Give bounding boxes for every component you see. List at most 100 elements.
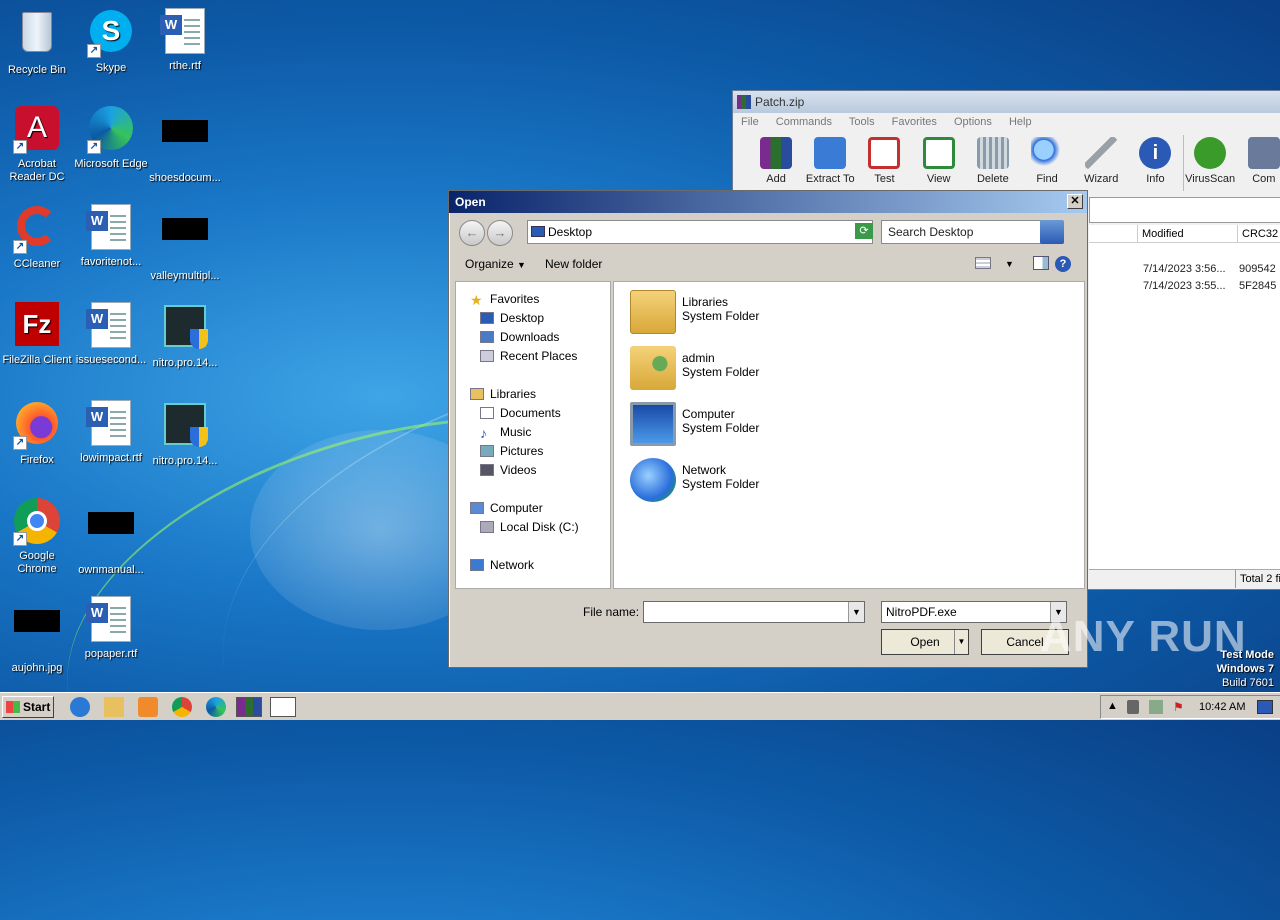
nav-pictures[interactable]: Pictures [480, 442, 543, 460]
tool-extract-button[interactable]: Extract To [803, 135, 857, 191]
chevron-down-icon[interactable]: ▼ [954, 630, 968, 654]
column-modified[interactable]: Modified [1137, 225, 1237, 243]
desktop-icon-issuesecond[interactable]: W issuesecond... [74, 302, 148, 367]
desktop-icon-filezilla[interactable]: Fz FileZilla Client [0, 302, 74, 367]
organize-button[interactable]: Organize ▼ [465, 251, 526, 278]
tool-add-button[interactable]: Add [749, 135, 803, 191]
open-dialog[interactable]: Open ✕ ← → Desktop ▼ ⟳ Search Desktop Or… [448, 190, 1088, 668]
magnifier-icon [1031, 137, 1064, 169]
firefox-icon: ↗ [13, 402, 61, 450]
preview-pane-icon[interactable] [1033, 256, 1049, 270]
back-arrow-icon[interactable]: ← [459, 220, 485, 246]
view-options-icon[interactable] [975, 257, 991, 269]
table-row[interactable]: 7/14/2023 3:55... 5F2845 [1143, 280, 1276, 292]
desktop-icon-favoritenot[interactable]: W favoritenot... [74, 204, 148, 269]
search-input[interactable]: Search Desktop [881, 220, 1064, 244]
tool-test-button[interactable]: Test [857, 135, 911, 191]
refresh-icon[interactable]: ⟳ [855, 223, 873, 239]
media-player-icon[interactable] [138, 697, 158, 717]
winrar-path-bar[interactable] [1089, 197, 1280, 223]
file-name-input[interactable]: ▼ [643, 601, 865, 623]
dialog-address-row: ← → Desktop ▼ ⟳ Search Desktop [455, 217, 1081, 247]
tool-comment-button[interactable]: Com [1237, 135, 1280, 191]
word-document-icon: W [86, 596, 135, 644]
desktop-icon-aujohn[interactable]: aujohn.jpg [0, 596, 74, 675]
desktop-icon-shoesdocum[interactable]: shoesdocum... [148, 106, 222, 185]
desktop-icon-valleymultipl[interactable]: valleymultipl... [148, 204, 222, 283]
column-crc32[interactable]: CRC32 [1237, 225, 1280, 243]
desktop-icon-ownmanual[interactable]: ownmanual... [74, 498, 148, 577]
flag-icon[interactable]: ⚑ [1173, 700, 1184, 714]
nav-network[interactable]: Network [470, 556, 534, 574]
nav-favorites[interactable]: ★ Favorites [470, 290, 539, 308]
nav-libraries[interactable]: Libraries [470, 385, 536, 403]
nav-computer[interactable]: Computer [470, 499, 543, 517]
start-button[interactable]: Start [2, 696, 54, 718]
nav-local-disk[interactable]: Local Disk (C:) [480, 518, 579, 536]
nav-downloads[interactable]: Downloads [480, 328, 559, 346]
word-document-icon: W [86, 204, 135, 252]
desktop-icon-nitro-1[interactable]: nitro.pro.14... [148, 302, 222, 370]
tool-view-button[interactable]: View [912, 135, 966, 191]
clock[interactable]: 10:42 AM [1199, 701, 1245, 713]
menu-favorites[interactable]: Favorites [892, 116, 937, 128]
speaker-icon[interactable] [1127, 700, 1139, 714]
forward-arrow-icon[interactable]: → [487, 220, 513, 246]
search-icon[interactable] [1040, 220, 1064, 244]
desktop-icon-acrobat[interactable]: A ↗ Acrobat Reader DC [0, 106, 74, 184]
star-icon: ★ [470, 292, 483, 308]
word-document-icon: W [86, 400, 135, 448]
menu-commands[interactable]: Commands [776, 116, 832, 128]
desktop-icon-lowimpact[interactable]: W lowimpact.rtf [74, 400, 148, 465]
explorer-icon[interactable] [104, 697, 124, 717]
desktop-icon-skype[interactable]: S ↗ Skype [74, 8, 148, 75]
address-bar[interactable]: Desktop ▼ [527, 220, 873, 244]
chevron-up-icon[interactable]: ▲ [1107, 700, 1118, 712]
desktop-icon-firefox[interactable]: ↗ Firefox [0, 400, 74, 467]
desktop-icon-popaper[interactable]: W popaper.rtf [74, 596, 148, 661]
winrar-titlebar[interactable]: Patch.zip [733, 91, 1280, 113]
new-folder-button[interactable]: New folder [545, 251, 602, 277]
desktop-icon-recycle-bin[interactable]: Recycle Bin [0, 8, 74, 77]
system-tray: ▲ ⚑ 10:42 AM [1100, 695, 1280, 719]
desktop-icon-nitro-2[interactable]: nitro.pro.14... [148, 400, 222, 468]
nav-music[interactable]: ♪ Music [480, 423, 531, 441]
network-tray-icon[interactable] [1149, 700, 1163, 714]
chevron-down-icon[interactable]: ▼ [1005, 251, 1014, 277]
menu-options[interactable]: Options [954, 116, 992, 128]
nav-desktop[interactable]: Desktop [480, 309, 544, 327]
chevron-down-icon[interactable]: ▼ [848, 602, 864, 622]
nav-recent[interactable]: Recent Places [480, 347, 577, 365]
tool-delete-button[interactable]: Delete [966, 135, 1020, 191]
menu-tools[interactable]: Tools [849, 116, 875, 128]
file-view[interactable]: Libraries System Folder admin System Fol… [613, 281, 1085, 589]
tool-wizard-button[interactable]: Wizard [1074, 135, 1128, 191]
open-button[interactable]: Open ▼ [881, 629, 969, 655]
tool-info-button[interactable]: i Info [1128, 135, 1182, 191]
desktop-icon-chrome[interactable]: ↗ Google Chrome [0, 498, 74, 576]
app-task-icon[interactable] [270, 697, 296, 717]
chrome-icon[interactable] [172, 697, 192, 717]
show-desktop-icon[interactable] [1257, 700, 1273, 714]
menu-help[interactable]: Help [1009, 116, 1032, 128]
winrar-task-icon[interactable] [236, 697, 262, 717]
libraries-folder-icon [630, 290, 676, 334]
nav-documents[interactable]: Documents [480, 404, 561, 422]
table-row[interactable]: 7/14/2023 3:56... 909542 [1143, 263, 1276, 275]
desktop-icon-ccleaner[interactable]: ↗ CCleaner [0, 204, 74, 271]
tool-find-button[interactable]: Find [1020, 135, 1074, 191]
windows-logo-icon [6, 701, 20, 713]
desktop-icon-rthe[interactable]: W rthe.rtf [148, 8, 222, 73]
menu-file[interactable]: File [741, 116, 759, 128]
dialog-titlebar[interactable]: Open ✕ [449, 191, 1087, 213]
nav-videos[interactable]: Videos [480, 461, 536, 479]
tool-virusscan-button[interactable]: VirusScan [1182, 135, 1237, 191]
file-thumbnail-icon [161, 218, 209, 266]
ie-icon[interactable] [70, 697, 90, 717]
pictures-icon [480, 445, 494, 457]
close-icon[interactable]: ✕ [1067, 194, 1083, 209]
desktop-icon [480, 312, 494, 324]
help-icon[interactable]: ? [1055, 256, 1071, 272]
desktop-icon-edge[interactable]: ↗ Microsoft Edge [74, 106, 148, 171]
edge-icon[interactable] [206, 697, 226, 717]
